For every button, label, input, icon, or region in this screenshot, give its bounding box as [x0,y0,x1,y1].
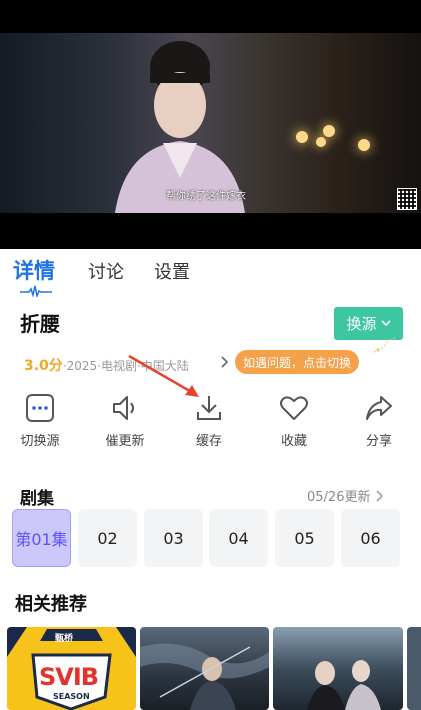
status-bar [0,0,421,33]
hint-sparkle-icon [373,337,397,353]
recommendation-poster[interactable] [140,627,269,710]
lantern-glow [316,137,326,147]
episode-item[interactable]: 第01集 [12,509,71,567]
lantern-glow [358,139,370,151]
share-icon [366,396,392,420]
video-player[interactable]: 帮你绣了这件嫁衣 [0,33,421,213]
show-score: 3.0分 [24,358,63,374]
recommendations-heading: 相关推荐 [15,594,87,615]
poster-title: SVIB [39,663,99,691]
switch-source-label: 换源 [346,315,377,333]
recommendation-poster[interactable]: 甄桥 SVIB SEASON [7,627,136,710]
chevron-down-icon [380,320,391,327]
speaker-icon [113,396,134,420]
video-figure [115,41,245,213]
show-title: 折腰 [20,312,60,336]
switch-hint-bubble[interactable]: 如遇问题，点击切换 [235,350,360,374]
episode-item[interactable]: 02 [78,509,137,567]
favorite-action-label: 收藏 [280,434,307,449]
episodes-update-text: 05/26更新 [307,490,371,505]
share-action[interactable]: 分享 [339,390,419,449]
episode-item[interactable]: 03 [144,509,203,567]
tab-indicator-wave [20,285,52,297]
lantern-glow [323,125,335,137]
download-action[interactable]: 缓存 [169,390,249,449]
episodes-update-link[interactable]: 05/26更新 [307,486,384,505]
switch-source-action-label: 切换源 [20,434,60,449]
recommendation-poster[interactable] [273,627,403,710]
video-subtitle: 帮你绣了这件嫁衣 [166,191,246,202]
download-action-label: 缓存 [195,434,222,449]
poster-badge: 甄桥 [55,634,74,644]
episode-item[interactable]: 06 [341,509,400,567]
tab-settings[interactable]: 设置 [154,258,190,284]
poster-caption: SEASON [53,692,90,701]
video-letterbox [0,213,421,249]
switch-source-icon [26,394,54,422]
poster-art [140,643,269,710]
favorite-action[interactable]: 收藏 [254,390,334,449]
chevron-right-icon[interactable] [221,356,229,368]
chevron-right-icon [376,489,384,502]
qr-code [397,188,417,210]
recommendation-poster[interactable] [407,627,421,710]
episodes-heading: 剧集 [20,489,54,509]
share-action-label: 分享 [365,434,392,449]
download-icon [197,396,221,420]
lantern-glow [296,131,308,143]
heart-icon [280,396,308,420]
urge-update-action-label: 催更新 [105,434,145,449]
poster-art [307,660,381,710]
tab-details[interactable]: 详情 [13,255,55,285]
episode-item[interactable]: 05 [275,509,334,567]
episode-item[interactable]: 04 [209,509,268,567]
switch-source-action[interactable]: 切换源 [0,390,80,449]
tab-discussion[interactable]: 讨论 [88,258,124,284]
urge-update-action[interactable]: 催更新 [85,390,165,449]
